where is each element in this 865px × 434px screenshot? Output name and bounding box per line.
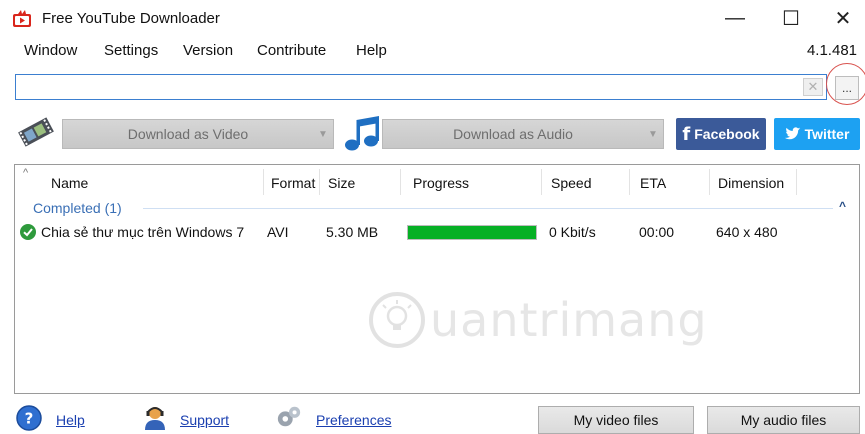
svg-text:?: ?	[25, 410, 34, 428]
facebook-button[interactable]: f Facebook	[676, 118, 766, 150]
download-video-label: Download as Video	[127, 126, 249, 142]
support-person-icon[interactable]	[142, 404, 168, 430]
progress-fill	[408, 226, 536, 239]
sort-caret-icon[interactable]: ^	[23, 167, 28, 179]
row-size: 5.30 MB	[326, 224, 379, 240]
row-name: Chia sẻ thư mục trên Windows 7	[41, 224, 245, 240]
column-header-dimension[interactable]: Dimension	[718, 175, 784, 191]
facebook-label: Facebook	[694, 126, 760, 142]
twitter-button[interactable]: Twitter	[774, 118, 860, 150]
group-header-completed[interactable]: Completed (1)	[33, 200, 122, 216]
column-header-name[interactable]: Name	[51, 175, 88, 191]
twitter-label: Twitter	[804, 126, 850, 142]
column-divider[interactable]	[541, 169, 542, 195]
row-format: AVI	[267, 224, 289, 240]
column-header-speed[interactable]: Speed	[551, 175, 591, 191]
watermark: uantrimang	[368, 290, 708, 350]
column-divider[interactable]	[263, 169, 264, 195]
music-note-icon	[345, 116, 379, 151]
url-input[interactable]	[15, 74, 827, 100]
preferences-link[interactable]: Preferences	[316, 412, 391, 428]
menu-window[interactable]: Window	[24, 42, 77, 59]
column-divider[interactable]	[796, 169, 797, 195]
row-dimension: 640 x 480	[716, 224, 778, 240]
facebook-icon: f	[682, 123, 691, 145]
column-divider[interactable]	[400, 169, 401, 195]
download-audio-label: Download as Audio	[453, 126, 573, 142]
column-header-eta[interactable]: ETA	[640, 175, 666, 191]
download-as-audio-button[interactable]: Download as Audio ▼	[382, 119, 664, 149]
column-divider[interactable]	[319, 169, 320, 195]
film-strip-icon	[18, 117, 54, 147]
my-video-files-button[interactable]: My video files	[538, 406, 694, 434]
version-label: 4.1.481	[806, 42, 857, 59]
menu-help[interactable]: Help	[356, 42, 387, 59]
row-progress-bar	[407, 225, 537, 240]
menu-bar: Window Settings Version Contribute Help …	[0, 38, 865, 64]
maximize-button[interactable]: ☐	[766, 0, 816, 36]
twitter-bird-icon	[784, 127, 800, 140]
support-link[interactable]: Support	[180, 412, 229, 428]
menu-settings[interactable]: Settings	[104, 42, 158, 59]
help-link[interactable]: Help	[56, 412, 85, 428]
watermark-text: uantrimang	[430, 293, 708, 347]
group-divider	[143, 208, 833, 209]
table-row[interactable]: Chia sẻ thư mục trên Windows 7 AVI 5.30 …	[15, 221, 859, 243]
menu-contribute[interactable]: Contribute	[257, 42, 326, 59]
completed-check-icon	[20, 224, 36, 240]
collapse-chevron-icon[interactable]: ^	[839, 199, 846, 213]
row-eta: 00:00	[639, 224, 675, 240]
help-icon[interactable]: ?	[16, 405, 42, 431]
title-bar: Free YouTube Downloader — ☐ ✕	[0, 0, 865, 36]
my-audio-files-button[interactable]: My audio files	[707, 406, 860, 434]
minimize-button[interactable]: —	[710, 0, 760, 36]
download-list[interactable]: ^ Name Format Size Progress Speed ETA Di…	[14, 164, 860, 394]
app-logo-icon	[13, 10, 31, 27]
column-header-progress[interactable]: Progress	[413, 175, 469, 191]
menu-version[interactable]: Version	[183, 42, 233, 59]
gears-icon[interactable]	[276, 404, 302, 430]
chevron-down-icon[interactable]: ▼	[313, 129, 333, 140]
download-as-video-button[interactable]: Download as Video ▼	[62, 119, 334, 149]
clear-url-icon[interactable]: ✕	[803, 78, 823, 96]
column-divider[interactable]	[629, 169, 630, 195]
column-header-format[interactable]: Format	[271, 175, 315, 191]
column-header-size[interactable]: Size	[328, 175, 355, 191]
column-divider[interactable]	[709, 169, 710, 195]
highlight-circle	[826, 63, 865, 105]
close-button[interactable]: ✕	[818, 0, 865, 36]
chevron-down-icon[interactable]: ▼	[643, 129, 663, 140]
window-title: Free YouTube Downloader	[42, 10, 220, 27]
lightbulb-logo-icon	[369, 292, 425, 348]
row-speed: 0 Kbit/s	[549, 224, 596, 240]
